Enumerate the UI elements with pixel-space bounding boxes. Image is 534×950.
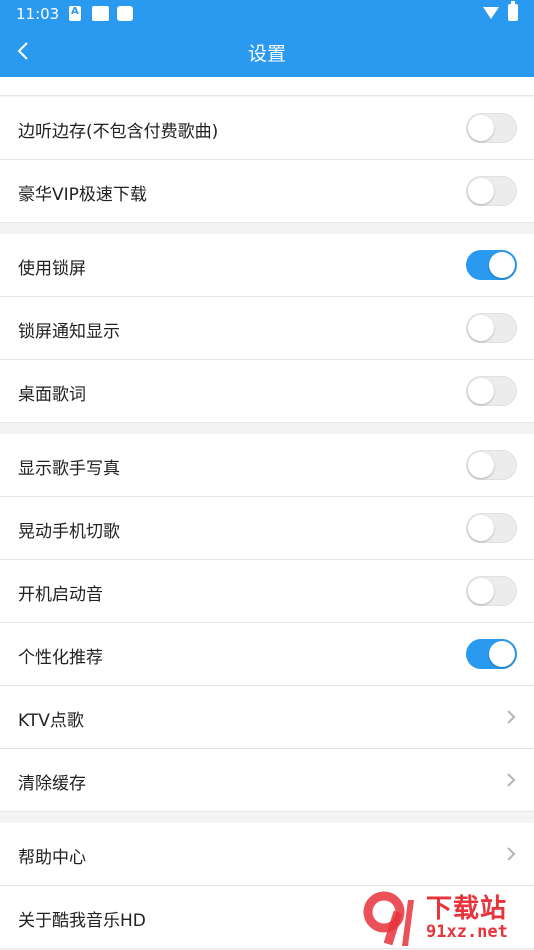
notification-a-icon [69, 6, 81, 21]
toggle-knob [468, 452, 494, 478]
toggle-knob [468, 178, 494, 204]
setting-row-vip-fast-download[interactable]: 豪华VIP极速下载 [0, 160, 534, 223]
toggle-knob [489, 641, 515, 667]
setting-row-artist-photo[interactable]: 显示歌手写真 [0, 434, 534, 497]
toggle-switch[interactable] [466, 376, 517, 406]
toggle-switch[interactable] [466, 313, 517, 343]
toggle-switch[interactable] [466, 250, 517, 280]
setting-label: 关于酷我音乐HD [18, 911, 146, 931]
toggle-knob [468, 115, 494, 141]
setting-label: 清除缓存 [18, 774, 86, 794]
watermark-url: 91xz.net [426, 922, 508, 942]
setting-label: 帮助中心 [18, 848, 86, 868]
setting-row-clear-cache[interactable]: 清除缓存 [0, 749, 534, 812]
toggle-switch[interactable] [466, 113, 517, 143]
toggle-switch[interactable] [466, 450, 517, 480]
setting-row-lock-screen[interactable]: 使用锁屏 [0, 234, 534, 297]
toggle-knob [468, 378, 494, 404]
toggle-knob [468, 578, 494, 604]
list-top-divider [0, 77, 534, 96]
setting-row-desktop-lyrics[interactable]: 桌面歌词 [0, 360, 534, 423]
chevron-right-icon [507, 773, 516, 787]
setting-label: 使用锁屏 [18, 259, 86, 279]
setting-row-startup-sound[interactable]: 开机启动音 [0, 560, 534, 623]
notification-square-icon [92, 6, 109, 21]
setting-row-save-while-listening[interactable]: 边听边存(不包含付费歌曲) [0, 97, 534, 160]
setting-label: KTV点歌 [18, 711, 84, 731]
setting-label: 豪华VIP极速下载 [18, 185, 147, 205]
setting-label: 个性化推荐 [18, 648, 103, 668]
watermark-text: 下载站 [426, 894, 508, 924]
setting-row-help-center[interactable]: 帮助中心 [0, 823, 534, 886]
toggle-knob [468, 315, 494, 341]
toggle-knob [468, 515, 494, 541]
page-title: 设置 [247, 43, 286, 65]
site-watermark: 下载站 91xz.net [360, 888, 534, 950]
setting-label: 锁屏通知显示 [18, 322, 120, 342]
setting-row-ktv[interactable]: KTV点歌 [0, 686, 534, 749]
status-time: 11:03 [16, 5, 60, 23]
setting-label: 桌面歌词 [18, 385, 86, 405]
setting-label: 晃动手机切歌 [18, 522, 120, 542]
setting-label: 边听边存(不包含付费歌曲) [18, 122, 219, 142]
toggle-switch[interactable] [466, 639, 517, 669]
status-bar: 11:03 [0, 0, 534, 28]
setting-row-shake-to-switch[interactable]: 晃动手机切歌 [0, 497, 534, 560]
chevron-right-icon [507, 710, 516, 724]
wifi-icon [483, 7, 499, 19]
notification-rounded-square-icon [117, 6, 133, 21]
setting-label: 显示歌手写真 [18, 459, 120, 479]
settings-list: 边听边存(不包含付费歌曲) 豪华VIP极速下载 使用锁屏 锁屏通知显示 桌面歌词… [0, 77, 534, 950]
chevron-right-icon [507, 847, 516, 861]
watermark-logo-icon [363, 891, 414, 946]
setting-row-personalized-recommendation[interactable]: 个性化推荐 [0, 623, 534, 686]
app-bar: 设置 [0, 28, 534, 77]
setting-row-lock-screen-notification[interactable]: 锁屏通知显示 [0, 297, 534, 360]
setting-label: 开机启动音 [18, 585, 103, 605]
toggle-knob [489, 252, 515, 278]
toggle-switch[interactable] [466, 176, 517, 206]
toggle-switch[interactable] [466, 513, 517, 543]
battery-icon [508, 1, 518, 21]
toggle-switch[interactable] [466, 576, 517, 606]
